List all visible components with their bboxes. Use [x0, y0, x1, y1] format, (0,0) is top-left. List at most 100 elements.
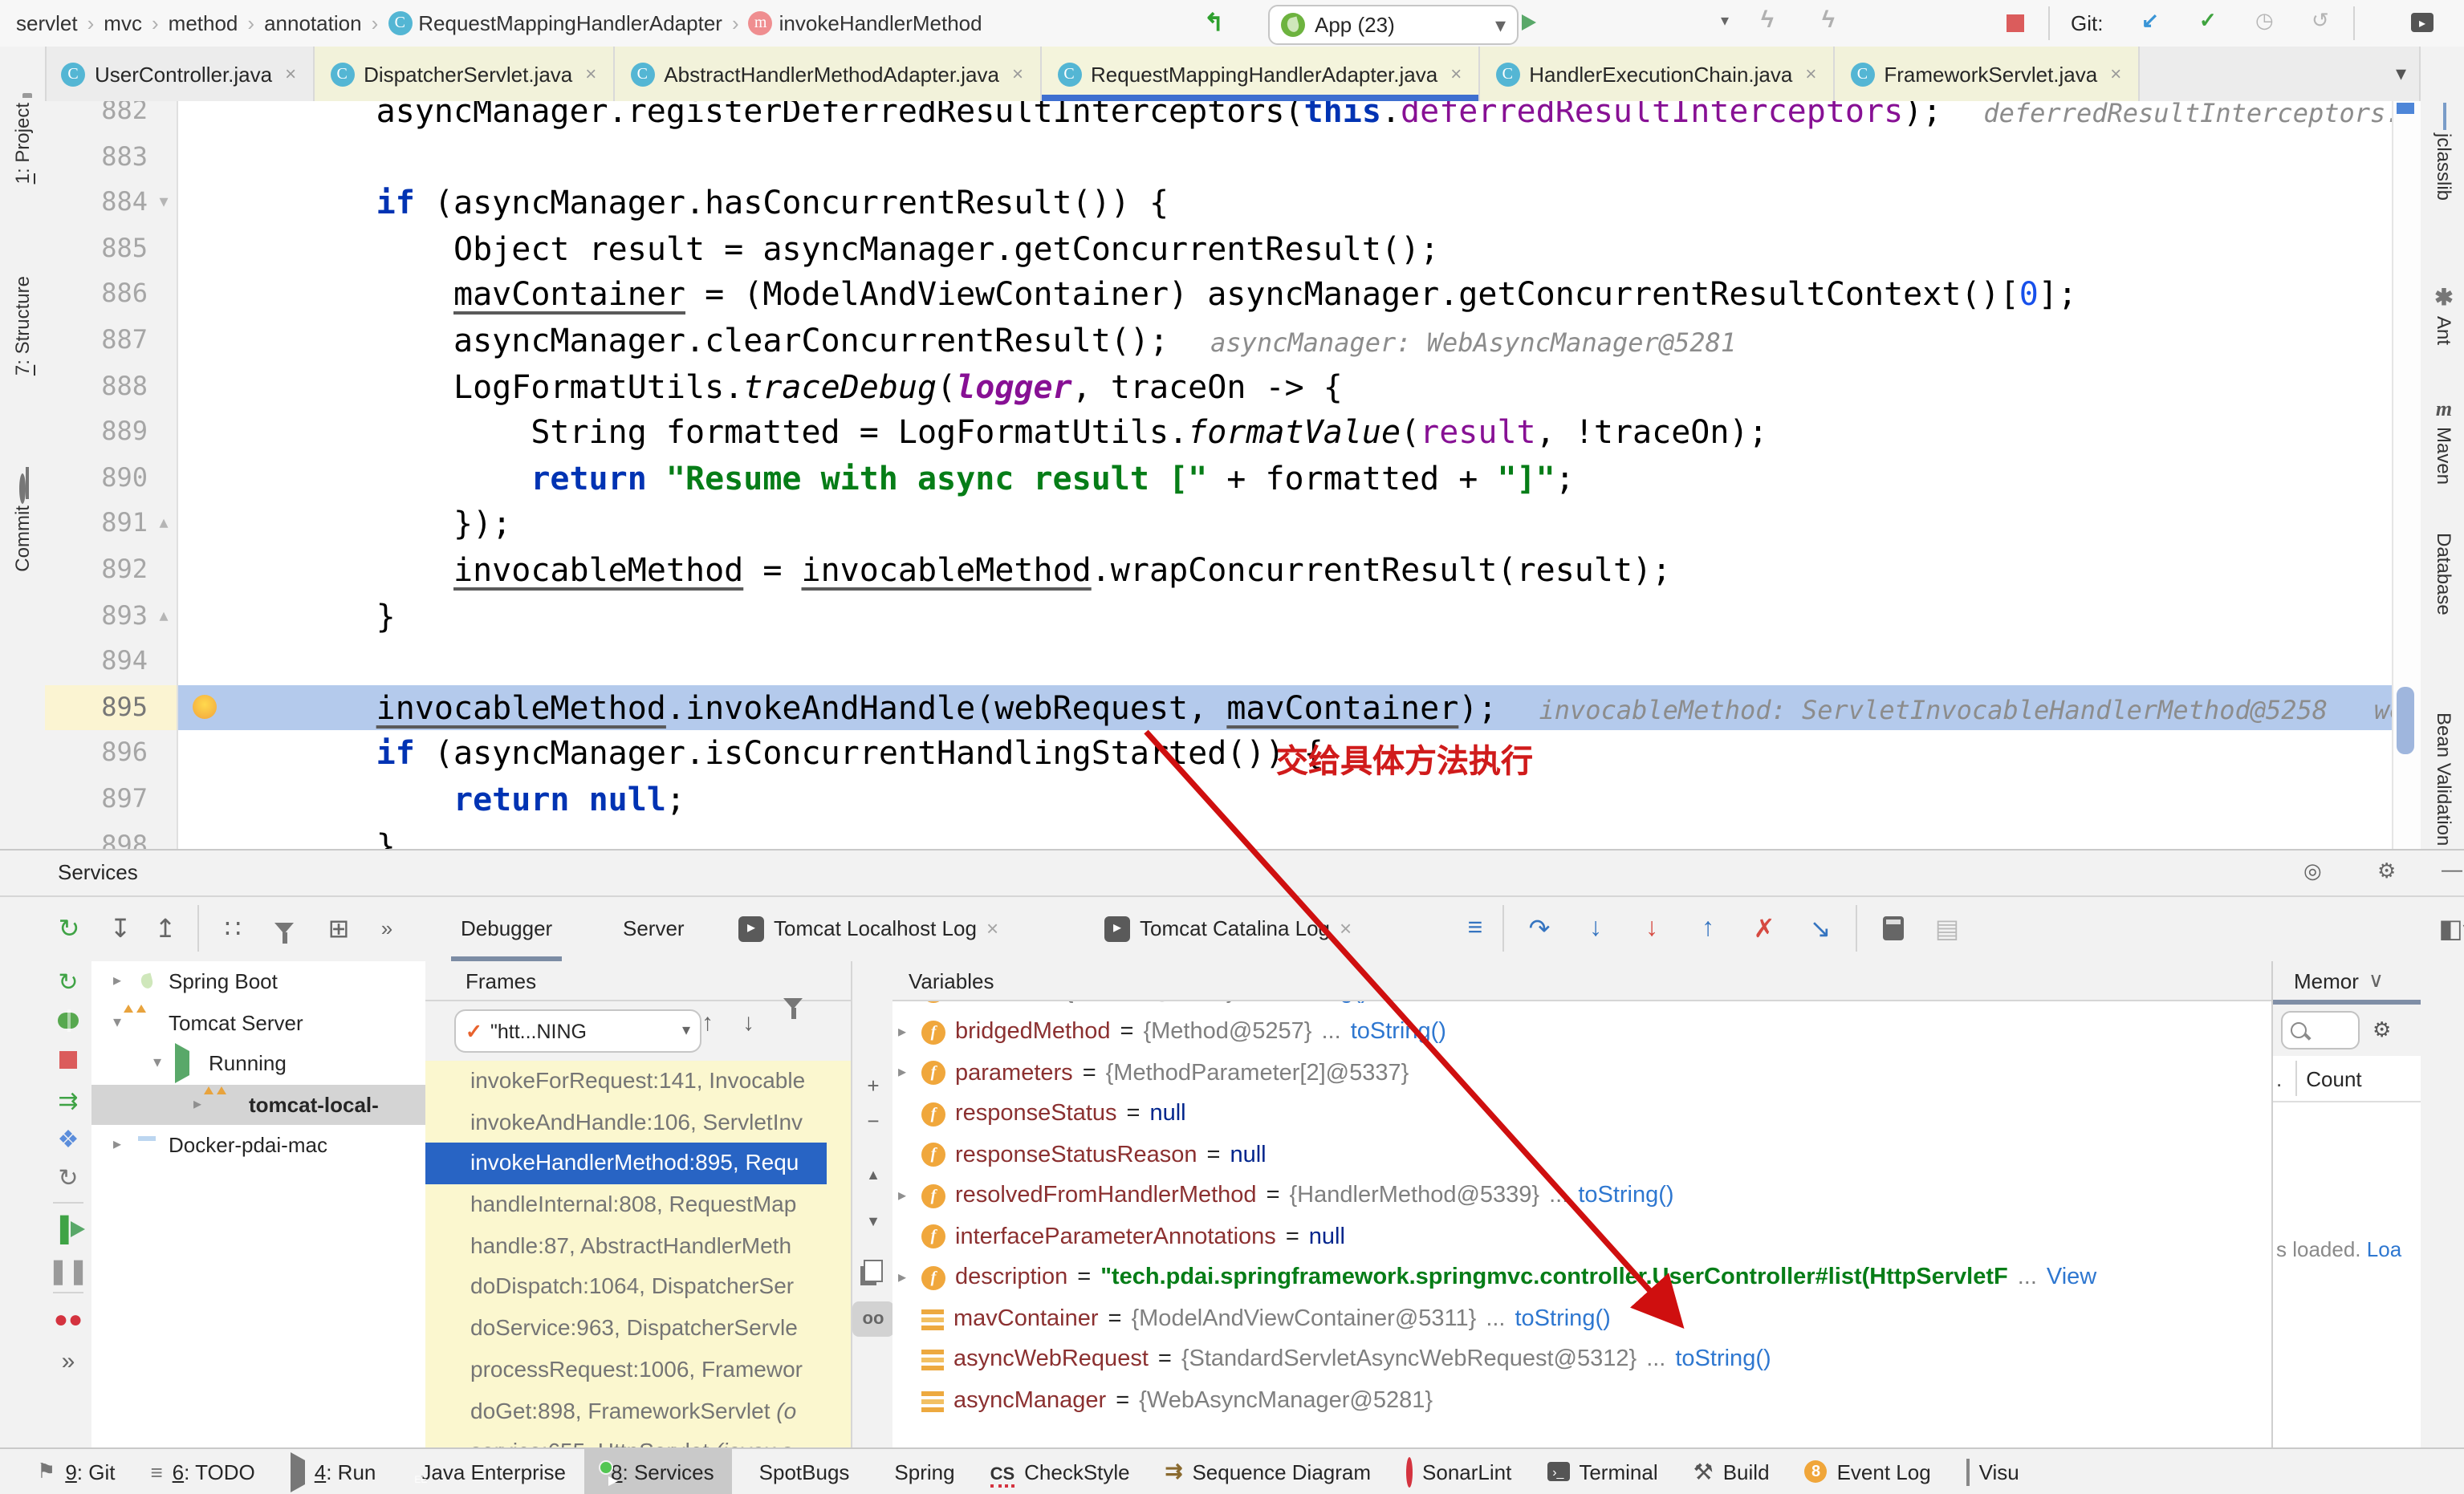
fold-marker-icon[interactable]: ▴ [151, 501, 177, 547]
code-line[interactable]: 886 mavContainer = (ModelAndViewContaine… [45, 272, 2392, 318]
line-number[interactable]: 887 [45, 318, 148, 363]
force-step-into-icon[interactable]: ↓ [1631, 895, 1673, 961]
add-watch-icon[interactable]: + [852, 1067, 894, 1102]
memory-settings-icon[interactable]: ⚙ [2373, 1017, 2391, 1043]
code-line[interactable]: 892 invocableMethod = invocableMethod.wr… [45, 547, 2392, 593]
close-tab-icon[interactable]: × [585, 63, 596, 85]
debug-tab-tomcat-localhost-log[interactable]: ▸Tomcat Localhost Log× [738, 895, 998, 961]
editor-tab[interactable]: CHandlerExecutionChain.java× [1479, 47, 1834, 101]
statusbar-item-event-log[interactable]: 8Event Log [1787, 1449, 1949, 1494]
update-application-icon[interactable]: ⇉ [45, 1083, 91, 1118]
tool-stripe-ant[interactable]: ✱Ant [2422, 284, 2464, 367]
tostring-link[interactable]: toString() [1351, 1020, 1446, 1045]
line-number[interactable]: 885 [45, 226, 148, 272]
stop-process-icon[interactable] [45, 1041, 91, 1077]
tree-item-spring-boot[interactable]: ▸Spring Boot [91, 961, 425, 1002]
line-number[interactable]: 895 [45, 684, 148, 730]
line-number[interactable]: 892 [45, 547, 148, 593]
code-line[interactable]: 889 String formatted = LogFormatUtils.fo… [45, 409, 2392, 455]
more-actions-icon[interactable]: » [366, 895, 408, 961]
breadcrumb-item[interactable]: mvc [104, 11, 142, 35]
statusbar-item-spotbugs[interactable]: SpotBugs [732, 1449, 868, 1494]
tool-stripe-database[interactable]: Database [2422, 528, 2464, 666]
debug-restart-icon[interactable] [45, 1003, 91, 1038]
pause-program-icon[interactable]: ❚❚ [45, 1253, 91, 1289]
variable-row[interactable]: ▸fbridgedMethod = {Method@5257} ... toSt… [892, 1012, 2271, 1053]
code-line[interactable]: 896 if (asyncManager.isConcurrentHandlin… [45, 731, 2392, 777]
frame-row[interactable]: processRequest:1006, Framewor [425, 1350, 827, 1390]
tree-item-tomcat-server[interactable]: ▾Tomcat Server [91, 1002, 425, 1043]
count-column-header[interactable]: Count [2306, 1066, 2361, 1090]
run-anything-icon[interactable]: ϟ [1761, 6, 1774, 34]
close-tab-icon[interactable]: × [2110, 63, 2121, 85]
tostring-link[interactable]: toString() [1515, 1306, 1611, 1332]
debug-tab-tomcat-catalina-log[interactable]: ▸Tomcat Catalina Log× [1104, 895, 1352, 961]
update-classes-icon[interactable]: ❖ [45, 1122, 91, 1157]
line-number[interactable]: 882 [45, 101, 148, 134]
frame-down-icon[interactable]: ↓ [742, 1009, 754, 1037]
line-number[interactable]: 883 [45, 134, 148, 180]
statusbar-item-todo[interactable]: ≡6: TODO [132, 1449, 272, 1494]
rerun-icon[interactable]: ↻ [48, 895, 90, 961]
editor-tab[interactable]: CRequestMappingHandlerAdapter.java× [1041, 47, 1479, 101]
step-over-icon[interactable]: ↷ [1519, 895, 1560, 961]
line-number[interactable]: 888 [45, 363, 148, 409]
target-icon[interactable]: ◎ [2303, 859, 2322, 884]
close-tab-icon[interactable]: × [986, 916, 998, 940]
editor-tab[interactable]: CFrameworkServlet.java× [1834, 47, 2139, 101]
evaluate-expression-icon[interactable] [1872, 895, 1913, 961]
move-watch-up-icon[interactable]: ▲ [852, 1157, 894, 1192]
debug-anything-icon[interactable]: ϟ [1822, 6, 1835, 34]
close-tab-icon[interactable]: × [1340, 916, 1352, 940]
run-to-cursor-icon[interactable]: ↘ [1799, 895, 1841, 961]
group-by-icon[interactable]: ∷ [212, 895, 254, 961]
move-watch-down-icon[interactable]: ▼ [852, 1204, 894, 1239]
profiler-dropdown-icon[interactable]: ▾ [1721, 13, 1729, 30]
drop-frame-icon[interactable]: ✗ [1743, 895, 1785, 961]
tree-arrow-icon[interactable]: ▾ [148, 1055, 167, 1073]
breadcrumb-item[interactable]: annotation [264, 11, 361, 35]
statusbar-item-run[interactable]: 4: Run [273, 1449, 394, 1494]
statusbar-item-spring[interactable]: Spring [867, 1449, 972, 1494]
run-configuration-select[interactable]: App (23) ▾ [1268, 5, 1519, 45]
editor-tab[interactable]: CDispatcherServlet.java× [314, 47, 614, 101]
frame-row[interactable]: invokeForRequest:141, Invocable [425, 1061, 827, 1102]
code-line[interactable]: 885 Object result = asyncManager.getConc… [45, 226, 2392, 272]
hidden-tabs-icon[interactable]: ▾ [2383, 47, 2419, 101]
debug-tab-debugger[interactable]: Debugger [461, 895, 552, 961]
close-tab-icon[interactable]: × [285, 63, 296, 85]
variable-row[interactable]: ▸fdescription = "tech.pdai.springframewo… [892, 1257, 2271, 1298]
breadcrumb-item[interactable]: servlet [16, 11, 78, 35]
code-editor[interactable]: 882 asyncManager.registerDeferredResultI… [45, 101, 2392, 849]
frame-row[interactable]: doDispatch:1064, DispatcherSer [425, 1267, 827, 1308]
tool-stripe-jclasslib[interactable]: jclasslib [2422, 104, 2464, 233]
tool-stripe-structure[interactable]: 7: Structure [0, 271, 43, 419]
frame-row[interactable]: service:655, HttpServlet (javax.s [425, 1431, 827, 1449]
restore-layout-icon[interactable]: ◧▾ [2434, 895, 2464, 961]
fold-marker-icon[interactable]: ▾ [151, 180, 177, 225]
view-breakpoints-icon[interactable]: ●● [45, 1301, 91, 1337]
tool-stripe-project[interactable]: 1: Project [0, 98, 43, 223]
line-number[interactable]: 893 [45, 593, 148, 639]
add-service-icon[interactable]: ⊞ [318, 895, 360, 961]
frame-row[interactable]: handle:87, AbstractHandlerMeth [425, 1226, 827, 1267]
scrollbar-thumb[interactable] [2397, 687, 2414, 754]
expand-all-icon[interactable]: ↧ [100, 895, 141, 961]
git-commit-button[interactable]: ✓ [2199, 8, 2217, 34]
filter-icon[interactable] [263, 895, 305, 961]
statusbar-item-sonarlint[interactable]: SonarLint [1389, 1449, 1529, 1494]
git-rollback-icon[interactable]: ↺ [2312, 8, 2329, 34]
close-tab-icon[interactable]: × [1012, 63, 1023, 85]
line-number[interactable]: 889 [45, 409, 148, 455]
tostring-link[interactable]: toString() [1578, 1183, 1673, 1209]
variable-row[interactable]: fresponseStatus = null [892, 1094, 2271, 1135]
code-line[interactable]: 894 [45, 639, 2392, 684]
code-line[interactable]: 884▾ if (asyncManager.hasConcurrentResul… [45, 180, 2392, 225]
frame-row[interactable]: handleInternal:808, RequestMap [425, 1184, 827, 1225]
code-line[interactable]: 888 LogFormatUtils.traceDebug(logger, tr… [45, 363, 2392, 409]
variable-row[interactable]: asyncWebRequest = {StandardServletAsyncW… [892, 1339, 2271, 1380]
line-number[interactable]: 896 [45, 731, 148, 777]
variable-row[interactable]: fresponseStatusReason = null [892, 1135, 2271, 1175]
code-line[interactable]: 882 asyncManager.registerDeferredResultI… [45, 101, 2392, 134]
remove-watch-icon[interactable]: − [852, 1102, 894, 1138]
